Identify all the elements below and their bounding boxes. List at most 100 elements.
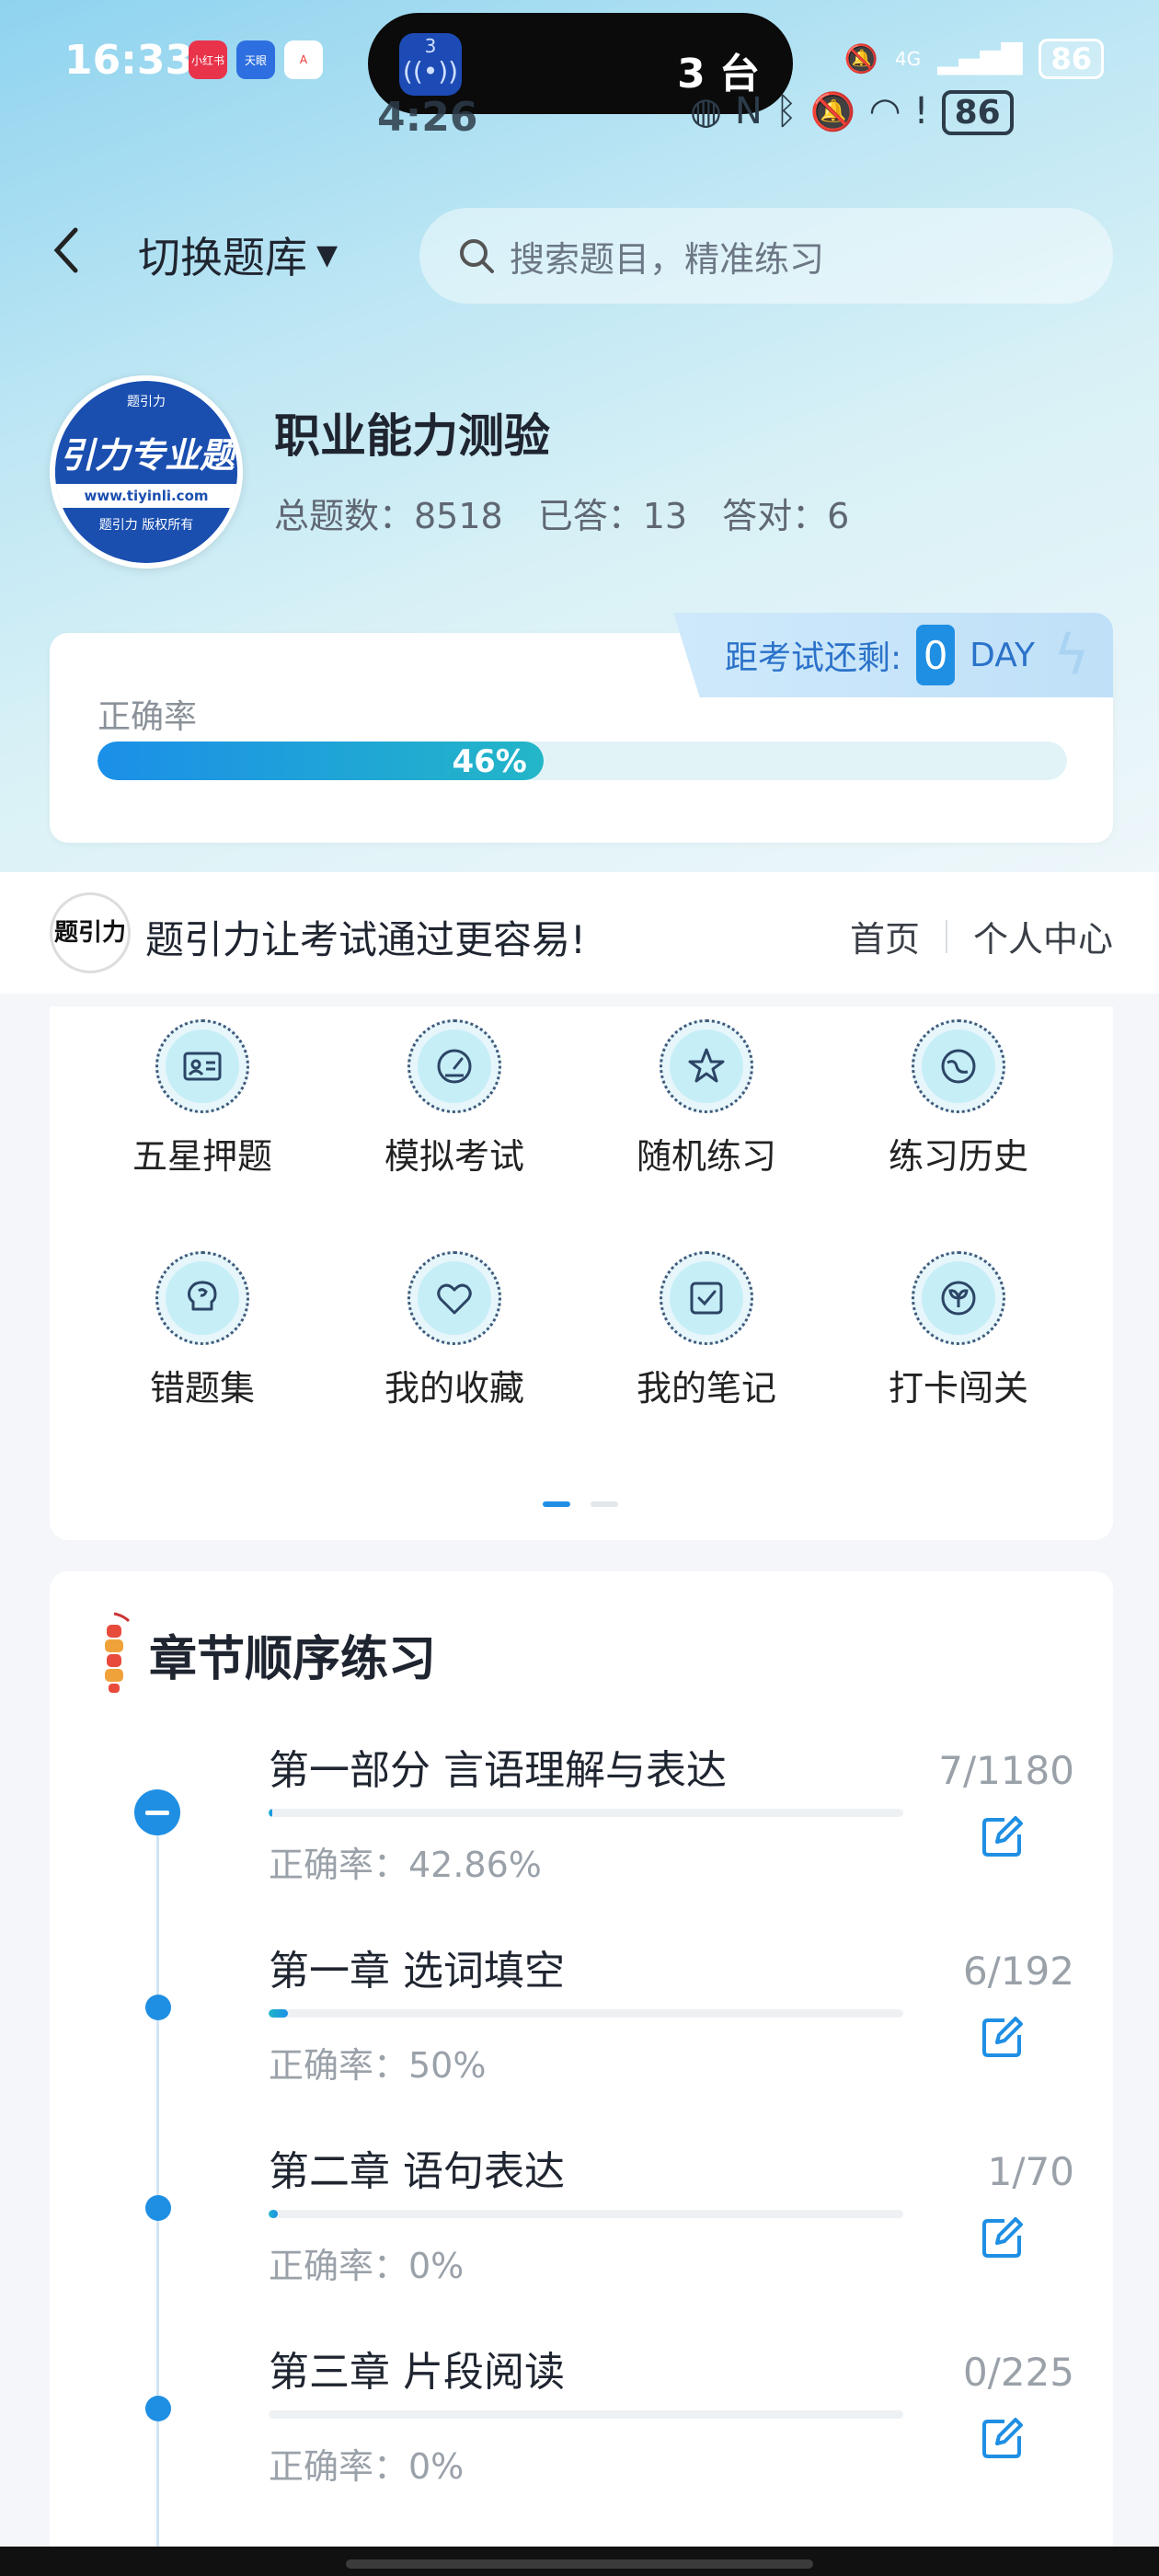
feature-checkin[interactable]: 打卡闯关	[857, 1251, 1060, 1410]
status-indicators: 🔕 4G ▂▄▆█ 86	[844, 39, 1104, 79]
feature-notes[interactable]: 我的笔记	[605, 1251, 808, 1410]
cast-icon: 3 ((•))	[399, 33, 462, 96]
globe-history-icon	[941, 1049, 976, 1084]
lightning-icon: ϟ	[1053, 623, 1090, 687]
countdown-unit: DAY	[970, 636, 1036, 674]
chapter-progress-bar	[269, 2009, 903, 2018]
chapter-row[interactable]: 第一章 选词填空 正确率：50% 6/192	[50, 1938, 1113, 2122]
feature-five-star[interactable]: 五星押题	[101, 1019, 304, 1179]
feature-label: 我的收藏	[384, 1368, 524, 1409]
heart-icon	[437, 1283, 472, 1315]
feature-wrong-set[interactable]: 错题集	[101, 1251, 304, 1410]
feature-label: 随机练习	[636, 1136, 776, 1177]
slogan-text: 题引力让考试通过更容易!	[145, 917, 586, 962]
logo-bottom-text: 题引力 版权所有	[98, 518, 194, 533]
signal-icon: ▂▄▆█	[937, 42, 1023, 75]
accuracy-label: 正确率	[98, 698, 198, 736]
chapter-count: 0/225	[962, 2350, 1074, 2395]
firecracker-icon	[105, 1612, 131, 1693]
page-indicator[interactable]	[543, 1501, 618, 1507]
switch-bank-dropdown[interactable]: 切换题库 ▼	[138, 224, 338, 285]
feature-label: 错题集	[149, 1368, 255, 1409]
chapter-progress-fill	[269, 1809, 273, 1817]
chapter-row[interactable]: 第一部分 言语理解与表达 正确率：42.86% 7/1180	[50, 1737, 1113, 1921]
search-input[interactable]: 搜索题目，精准练习	[419, 208, 1113, 304]
accuracy-progress-fill: 46%	[98, 742, 544, 780]
timeline-node	[145, 2396, 171, 2421]
chapter-name: 第一部分 言语理解与表达	[269, 1747, 727, 1794]
nav-profile-link[interactable]: 个人中心	[973, 911, 1113, 961]
practice-button[interactable]	[977, 1811, 1028, 1862]
accuracy-progress-bar: 46%	[98, 742, 1067, 780]
bank-logo: 题引力 引力专业题 www.tiyinli.com 题引力 版权所有	[50, 375, 243, 569]
page-dot[interactable]	[591, 1501, 618, 1507]
chapter-header: 章节顺序练习	[96, 1612, 436, 1696]
mirrored-status-icons: ◍ N ᛒ 🔕 ◠ ! 86	[690, 90, 1014, 135]
gauge-icon	[437, 1049, 472, 1084]
search-icon	[460, 239, 494, 273]
feature-label: 打卡闯关	[888, 1368, 1028, 1409]
chapter-progress-bar	[269, 1809, 903, 1817]
nfc-icon: N	[734, 90, 763, 132]
nav-divider	[945, 919, 947, 953]
tianyan-app-icon: 天眼	[236, 40, 275, 79]
brain-icon	[188, 1281, 217, 1311]
practice-button[interactable]	[977, 2011, 1028, 2063]
home-indicator[interactable]	[346, 2559, 813, 2569]
search-placeholder: 搜索题目，精准练习	[510, 238, 825, 280]
slogan-nav: 首页 个人中心	[850, 911, 1113, 961]
chapter-name: 第二章 语句表达	[269, 2148, 565, 2195]
feature-mock-exam[interactable]: 模拟考试	[353, 1019, 556, 1179]
chapter-name: 第三章 片段阅读	[269, 2349, 565, 2396]
network-label: 4G	[894, 48, 922, 70]
chapter-accuracy: 正确率：50%	[269, 2045, 487, 2086]
total-questions: 总题数：8518	[274, 496, 503, 536]
feature-label: 练习历史	[888, 1136, 1028, 1177]
correct-count: 答对：6	[722, 496, 850, 536]
shuffle-star-icon	[688, 1048, 725, 1083]
chapter-count: 6/192	[962, 1949, 1074, 1994]
brand-logo: 题引力	[50, 892, 131, 973]
chevron-left-icon	[53, 227, 78, 273]
chapter-count: 7/1180	[938, 1748, 1074, 1793]
feature-grid: 五星押题 模拟考试 随机练习 练习历史 错题集 我的收藏 我的笔记 打卡闯关	[50, 1006, 1113, 1540]
practice-button[interactable]	[977, 2412, 1028, 2464]
answered-count: 已答：13	[537, 496, 688, 536]
practice-button[interactable]	[977, 2212, 1028, 2263]
nav-home-link[interactable]: 首页	[850, 911, 920, 961]
mute-icon: 🔕	[843, 42, 878, 75]
edit-icon	[982, 1816, 1023, 1857]
check-note-icon	[690, 1282, 723, 1315]
logo-band-text: 引力专业题	[55, 427, 237, 484]
chapter-accuracy: 正确率：0%	[269, 2246, 465, 2286]
cast-badge: 3	[424, 35, 437, 57]
exam-countdown: 距考试还剩: 0 DAY ϟ	[673, 613, 1113, 697]
accuracy-percent: 46%	[452, 743, 527, 780]
top-header: 切换题库 ▼ 搜索题目，精准练习	[0, 202, 1159, 304]
chapter-row[interactable]: 第三章 片段阅读 正确率：0% 0/225	[50, 2339, 1113, 2523]
chapter-row[interactable]: 第二章 语句表达 正确率：0% 1/70	[50, 2138, 1113, 2322]
feature-random-practice[interactable]: 随机练习	[605, 1019, 808, 1179]
collapse-toggle[interactable]	[134, 1789, 180, 1835]
timeline-node	[145, 1995, 171, 2020]
logo-top-text: 题引力	[127, 395, 166, 409]
logo-url-text: www.tiyinli.com	[55, 484, 237, 508]
timeline-node	[145, 2195, 171, 2221]
caret-down-icon: ▼	[316, 238, 339, 271]
mirrored-battery: 86	[941, 90, 1014, 135]
feature-label: 我的笔记	[636, 1368, 776, 1409]
page-dot-active[interactable]	[543, 1501, 570, 1507]
accuracy-card: 距考试还剩: 0 DAY ϟ 正确率 46%	[50, 613, 1113, 843]
edit-icon	[982, 2418, 1023, 2458]
back-button[interactable]	[48, 223, 103, 278]
chapter-progress-bar	[269, 2210, 903, 2218]
feature-favorites[interactable]: 我的收藏	[353, 1251, 556, 1410]
feature-label: 五星押题	[132, 1136, 272, 1177]
slogan-bar: 题引力 题引力让考试通过更容易! 首页 个人中心	[0, 872, 1159, 994]
chapter-progress-fill	[269, 2009, 289, 2018]
id-card-icon	[183, 1052, 222, 1081]
edit-icon	[982, 2017, 1023, 2057]
feature-history[interactable]: 练习历史	[857, 1019, 1060, 1179]
wifi-icon: ◠	[868, 90, 901, 132]
chapter-accuracy: 正确率：0%	[269, 2446, 465, 2487]
